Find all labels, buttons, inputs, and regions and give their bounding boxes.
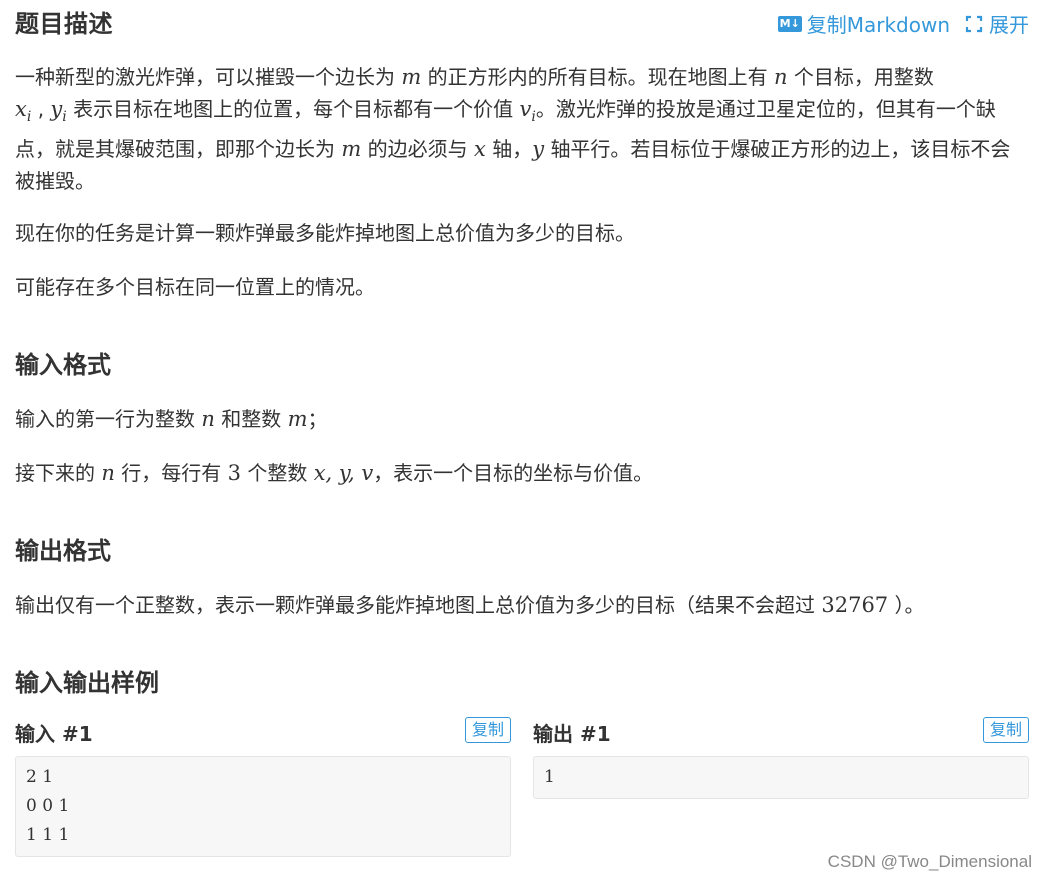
input-format-line-1: 输入的第一行为整数 n 和整数 m； — [15, 407, 328, 432]
copy-input-button[interactable]: 复制 — [464, 717, 511, 743]
section-title-input-format: 输入格式 — [15, 351, 111, 380]
description-paragraph-2: 现在你的任务是计算一颗炸弹最多能炸掉地图上总价值为多少的目标。 — [15, 221, 635, 246]
csdn-watermark: CSDN @Two_Dimensional — [827, 852, 1032, 871]
header-actions: M↓ 复制Markdown 展开 — [777, 9, 1029, 38]
section-title-output-format: 输出格式 — [15, 537, 111, 566]
input-format-line-2: 接下来的 n 行，每行有 3 个整数 x, y, v，表示一个目标的坐标与价值。 — [15, 461, 654, 486]
sample-input-panel: 输入 #1 复制 2 1 0 0 1 1 1 1 — [15, 712, 511, 857]
section-title-samples: 输入输出样例 — [15, 669, 159, 698]
sample-input-header: 输入 #1 复制 — [15, 712, 511, 756]
expand-label: 展开 — [989, 13, 1029, 37]
markdown-icon: M↓ — [777, 15, 802, 32]
description-paragraph-3: 可能存在多个目标在同一位置上的情况。 — [15, 275, 375, 300]
description-header: 题目描述 M↓ 复制Markdown 展开 — [15, 0, 1029, 48]
copy-markdown-button[interactable]: M↓ 复制Markdown — [777, 9, 950, 38]
samples-row: 输入 #1 复制 2 1 0 0 1 1 1 1 输出 #1 复制 1 — [15, 712, 1029, 857]
expand-button[interactable]: 展开 — [964, 9, 1029, 38]
expand-icon — [965, 15, 983, 32]
copy-output-button[interactable]: 复制 — [982, 717, 1029, 743]
problem-page: 题目描述 M↓ 复制Markdown 展开 一种新型的激光炸弹，可以摧毁一个边长… — [15, 0, 1029, 703]
sample-input-code[interactable]: 2 1 0 0 1 1 1 1 — [15, 756, 511, 857]
sample-output-code[interactable]: 1 — [533, 756, 1029, 799]
output-format-text: 输出仅有一个正整数，表示一颗炸弹最多能炸掉地图上总价值为多少的目标（结果不会超过… — [15, 593, 925, 618]
description-body: 一种新型的激光炸弹，可以摧毁一个边长为 m 的正方形内的所有目标。现在地图上有 … — [15, 61, 1029, 303]
description-paragraph-1: 一种新型的激光炸弹，可以摧毁一个边长为 m 的正方形内的所有目标。现在地图上有 … — [15, 65, 1011, 194]
sample-output-header: 输出 #1 复制 — [533, 712, 1029, 756]
copy-markdown-label: 复制Markdown — [806, 13, 950, 37]
sample-output-title: 输出 #1 — [533, 722, 611, 746]
sample-input-title: 输入 #1 — [15, 722, 93, 746]
sample-output-panel: 输出 #1 复制 1 — [533, 712, 1029, 857]
